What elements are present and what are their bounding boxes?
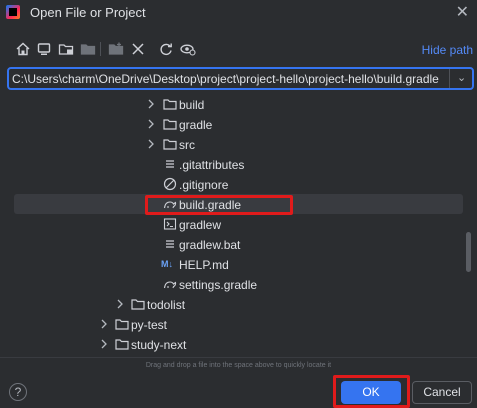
tree-item-label: py-test (131, 318, 168, 332)
tree-item-label: build (179, 98, 205, 112)
window-title: Open File or Project (30, 5, 146, 20)
path-field: ⌄ (7, 67, 474, 90)
script-file-icon (163, 217, 177, 231)
tree-item-gitattributes[interactable]: .gitattributes (0, 154, 477, 174)
tree-item-study-next[interactable]: study-next (0, 334, 477, 354)
file-tree[interactable]: build gradle src .gitattributes .gitigno… (0, 93, 477, 355)
toolbar: Hide path (0, 38, 477, 60)
folder-icon (163, 137, 177, 151)
tree-item-label: HELP.md (179, 258, 229, 272)
tree-item-todolist[interactable]: todolist (0, 294, 477, 314)
tree-item-label: gradle (179, 118, 213, 132)
chevron-right-icon[interactable] (99, 317, 109, 331)
tree-item-py-test[interactable]: py-test (0, 314, 477, 334)
tree-item-label: src (179, 138, 195, 152)
help-button[interactable]: ? (9, 383, 27, 401)
refresh-icon[interactable] (158, 41, 174, 57)
folder-icon (163, 97, 177, 111)
chevron-right-icon[interactable] (99, 337, 109, 351)
chevron-down-icon[interactable]: ⌄ (457, 71, 466, 84)
tree-item-label: gradlew (179, 218, 222, 232)
chevron-right-icon[interactable] (146, 117, 156, 131)
project-folder-icon[interactable] (58, 41, 74, 57)
chevron-right-icon[interactable] (146, 97, 156, 111)
chevron-right-icon[interactable] (146, 137, 156, 151)
chevron-right-icon[interactable] (115, 297, 125, 311)
path-dropdown-separator (449, 69, 450, 88)
gradle-icon (163, 277, 177, 291)
tree-item-gitignore[interactable]: .gitignore (0, 174, 477, 194)
ignore-file-icon (163, 177, 177, 191)
tree-item-src[interactable]: src (0, 134, 477, 154)
tree-item-build[interactable]: build (0, 94, 477, 114)
tree-item-gradlew[interactable]: gradlew (0, 214, 477, 234)
tree-item-settings-gradle[interactable]: settings.gradle (0, 274, 477, 294)
toolbar-separator (100, 42, 101, 56)
module-folder-icon[interactable] (80, 41, 96, 57)
text-file-icon (163, 237, 177, 251)
folder-icon (163, 117, 177, 131)
tree-item-label: .gitattributes (179, 158, 245, 172)
folder-icon (115, 317, 129, 331)
tree-item-gradle[interactable]: gradle (0, 114, 477, 134)
tree-item-label: .gitignore (179, 178, 229, 192)
markdown-icon: M↓ (161, 259, 173, 269)
tree-item-label: settings.gradle (179, 278, 258, 292)
tree-item-gradlew-bat[interactable]: gradlew.bat (0, 234, 477, 254)
tree-item-help-md[interactable]: M↓ HELP.md (0, 254, 477, 274)
show-hidden-icon[interactable] (180, 41, 196, 57)
scrollbar-thumb[interactable] (466, 232, 471, 272)
delete-icon[interactable] (130, 41, 146, 57)
tree-item-label: gradlew.bat (179, 238, 241, 252)
hide-path-link[interactable]: Hide path (422, 43, 473, 57)
footer-divider (0, 357, 477, 358)
folder-icon (131, 297, 145, 311)
new-folder-icon[interactable] (108, 41, 124, 57)
drag-drop-hint: Drag and drop a file into the space abov… (145, 362, 332, 369)
desktop-icon[interactable] (36, 41, 52, 57)
intellij-logo-icon (6, 5, 20, 19)
close-icon[interactable]: ✕ (456, 2, 469, 22)
tree-item-label: study-next (131, 338, 187, 352)
title-bar: Open File or Project ✕ (0, 0, 477, 26)
highlight-box-ok (333, 375, 410, 408)
tree-item-label: todolist (147, 298, 186, 312)
home-icon[interactable] (15, 41, 31, 57)
path-input[interactable] (9, 69, 449, 88)
highlight-box-build-gradle (145, 195, 293, 215)
folder-icon (115, 337, 129, 351)
cancel-button[interactable]: Cancel (412, 381, 472, 404)
text-file-icon (163, 157, 177, 171)
